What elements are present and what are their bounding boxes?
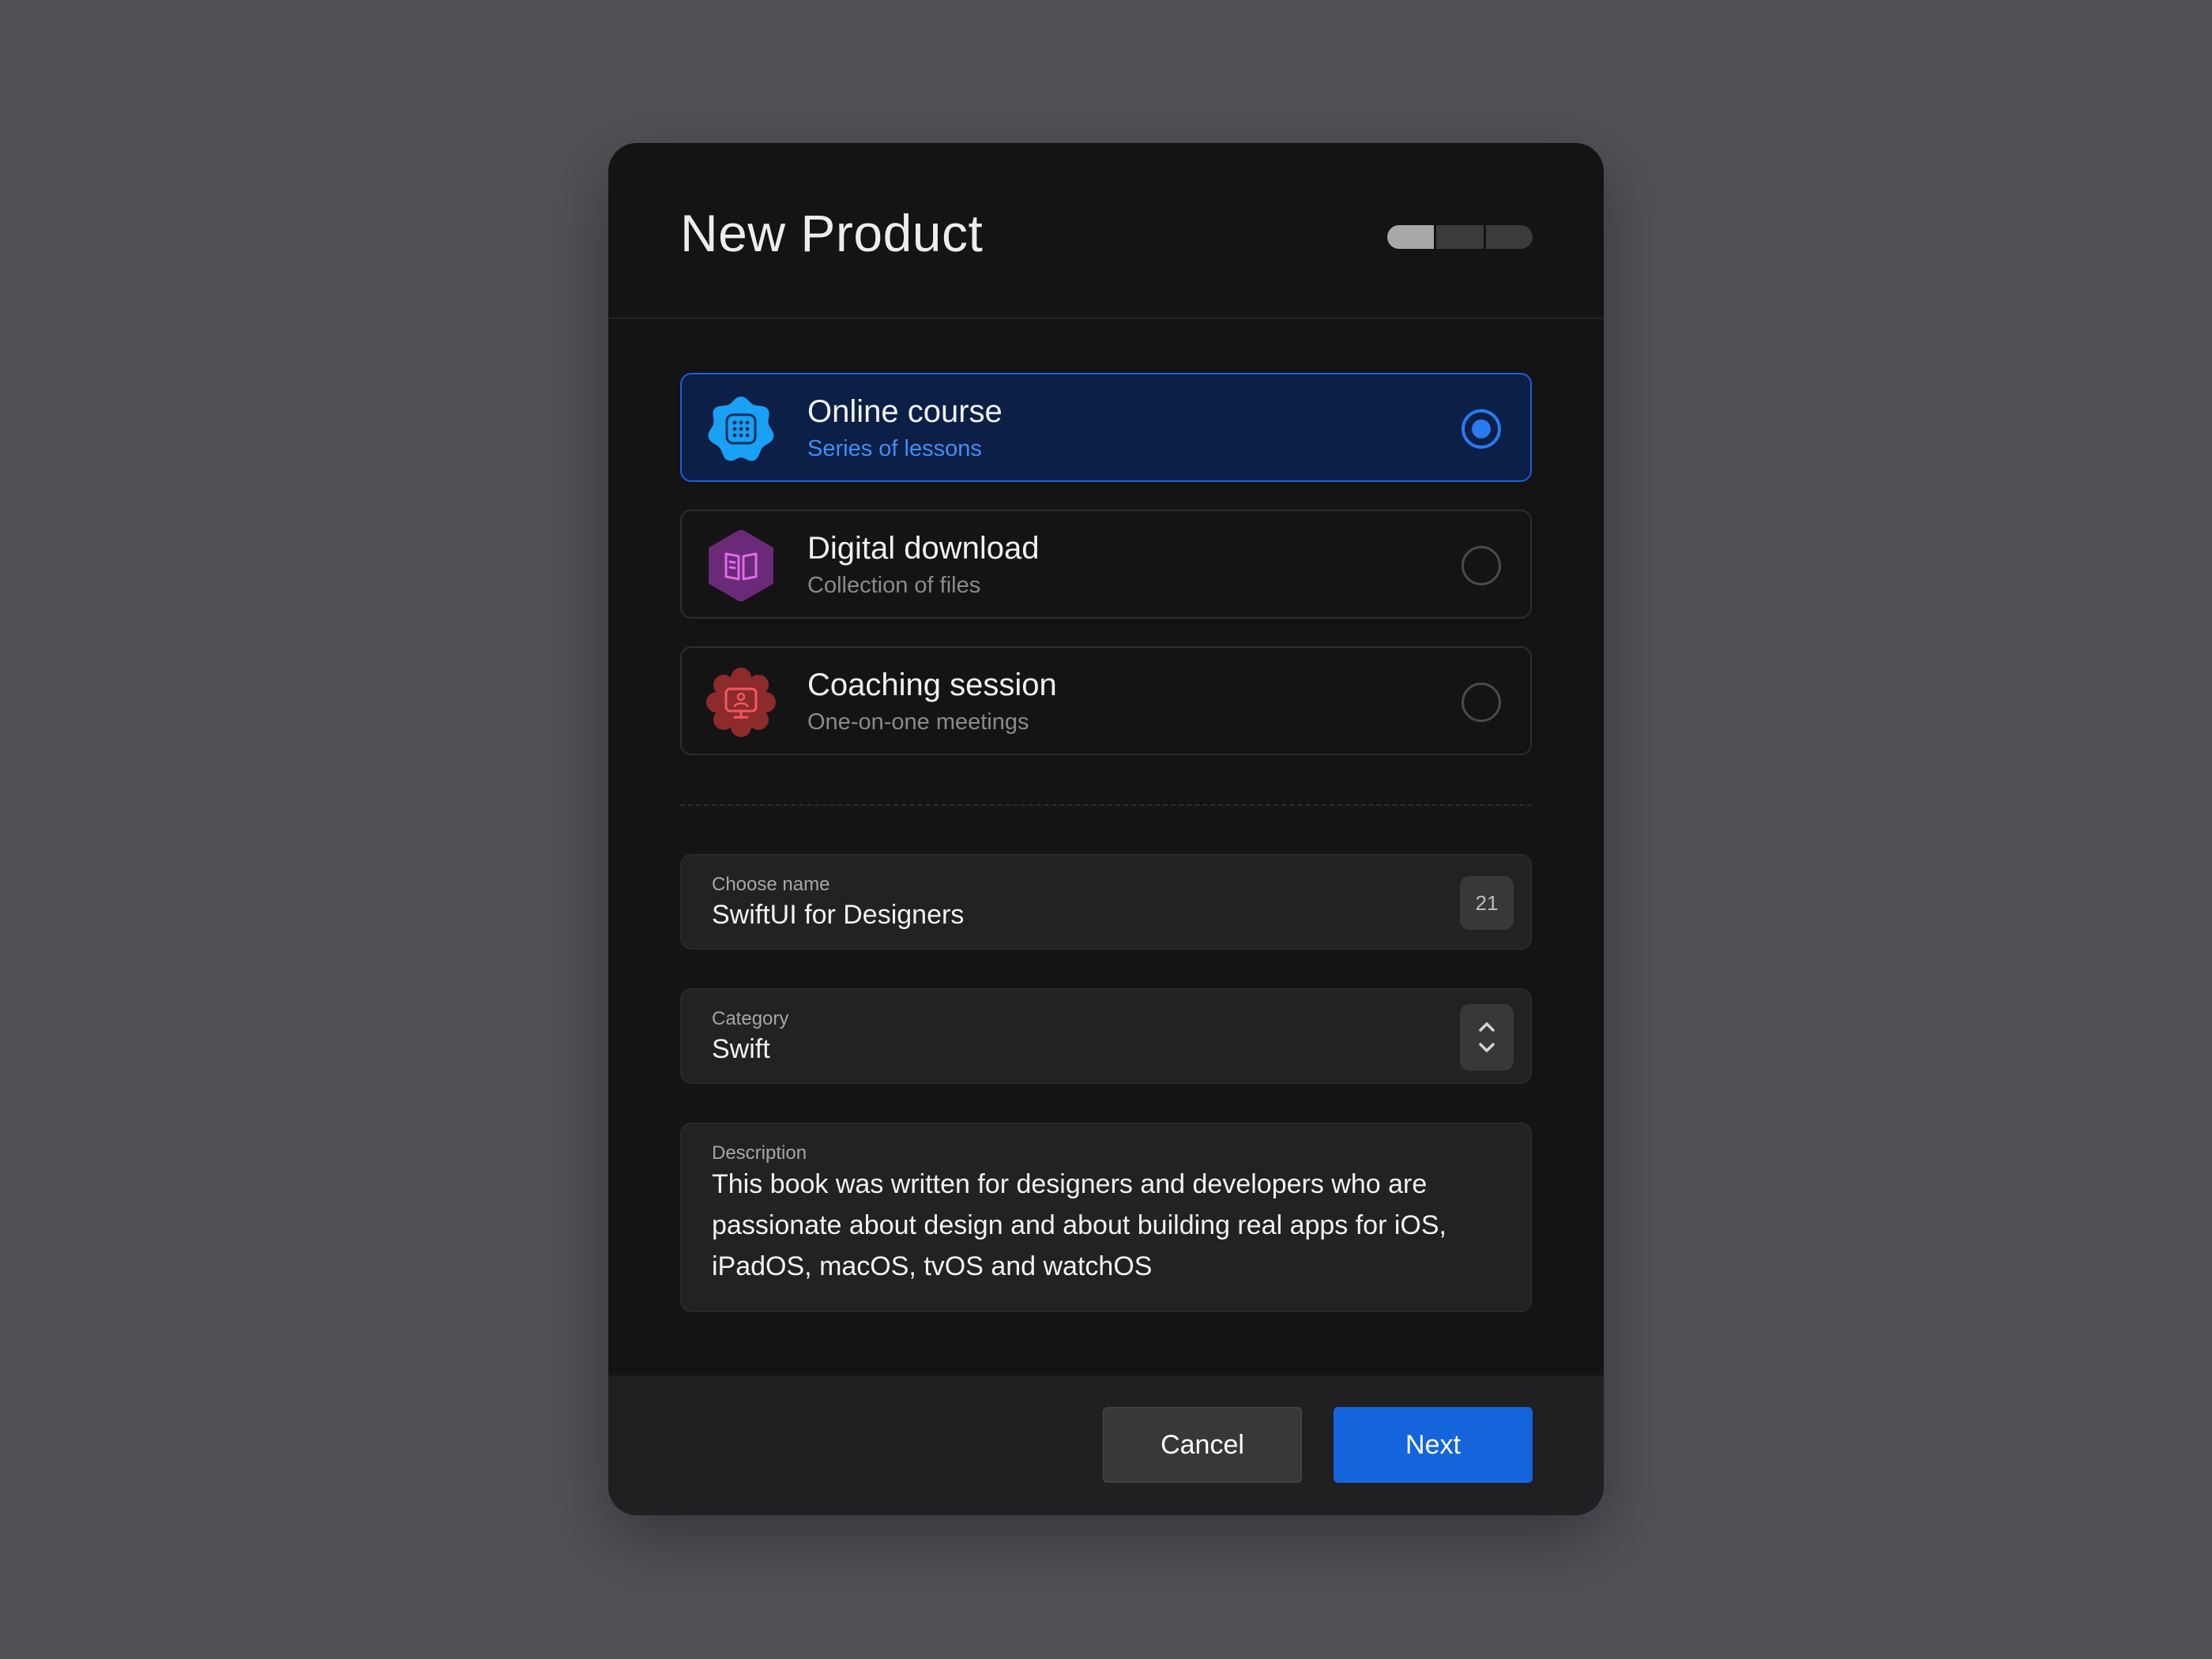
step-2-segment: [1434, 225, 1484, 249]
section-divider: [680, 804, 1532, 806]
radio-button-selected[interactable]: [1462, 409, 1501, 449]
option-title: Coaching session: [807, 668, 1057, 702]
character-count-badge: 21: [1460, 876, 1514, 930]
option-subtitle: Series of lessons: [807, 436, 982, 461]
chevron-up-down-icon[interactable]: [1460, 1004, 1514, 1070]
name-field-label: Choose name: [712, 874, 830, 895]
option-title: Digital download: [807, 531, 1040, 566]
step-progress-indicator: [1387, 225, 1533, 249]
book-icon: [705, 530, 777, 601]
option-subtitle: Collection of files: [807, 573, 981, 598]
category-field-value: Swift: [712, 1034, 770, 1064]
option-online-course[interactable]: Online course Series of lessons: [680, 373, 1532, 482]
step-1-segment: [1387, 225, 1435, 249]
name-field[interactable]: Choose name SwiftUI for Designers 21: [680, 854, 1532, 950]
dialog-header: New Product: [608, 143, 1604, 319]
monitor-user-icon: [705, 667, 777, 738]
description-field[interactable]: Description This book was written for de…: [680, 1123, 1532, 1312]
cancel-button[interactable]: Cancel: [1103, 1407, 1302, 1483]
option-digital-download[interactable]: Digital download Collection of files: [680, 510, 1532, 619]
new-product-dialog: New Product Online course Series of less…: [608, 143, 1604, 1515]
description-field-label: Description: [712, 1142, 807, 1164]
step-3-segment: [1483, 225, 1533, 249]
name-field-value[interactable]: SwiftUI for Designers: [712, 898, 964, 931]
option-subtitle: One-on-one meetings: [807, 709, 1029, 735]
dialog-title: New Product: [680, 204, 984, 262]
dialog-footer: Cancel Next: [608, 1375, 1604, 1515]
description-field-value[interactable]: This book was written for designers and …: [712, 1164, 1502, 1287]
option-title: Online course: [807, 394, 1003, 429]
grid-icon: [705, 393, 777, 465]
category-select[interactable]: Category Swift: [680, 988, 1532, 1084]
option-coaching-session[interactable]: Coaching session One-on-one meetings: [680, 646, 1532, 755]
next-button[interactable]: Next: [1334, 1407, 1533, 1483]
radio-button[interactable]: [1462, 546, 1501, 585]
category-field-label: Category: [712, 1008, 789, 1029]
radio-button[interactable]: [1462, 683, 1501, 722]
